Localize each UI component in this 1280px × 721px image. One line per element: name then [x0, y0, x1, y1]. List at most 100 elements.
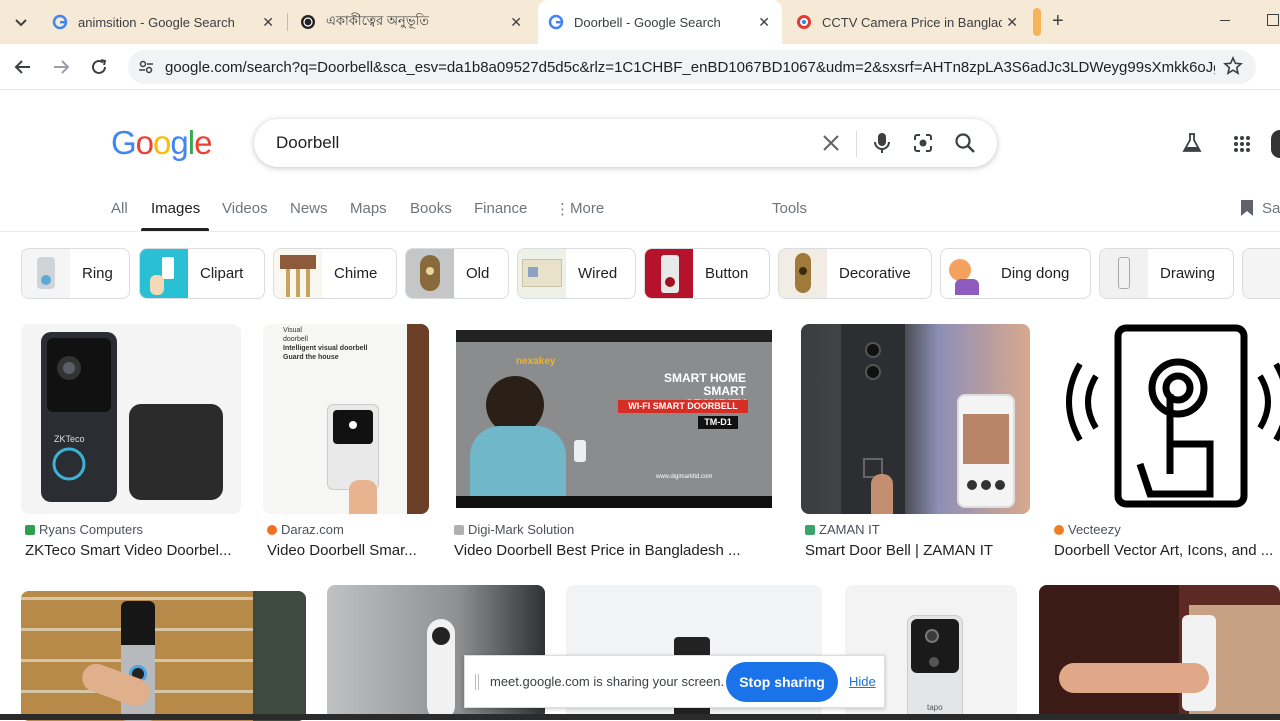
url-text[interactable]: google.com/search?q=Doorbell&sca_esv=da1… — [165, 59, 1215, 76]
labs-flask-icon[interactable] — [1181, 132, 1203, 154]
site-settings-icon[interactable] — [138, 59, 154, 75]
close-tab-icon[interactable]: ✕ — [510, 14, 522, 31]
chip-wired[interactable]: Wired — [517, 248, 636, 299]
search-icon[interactable] — [954, 132, 976, 154]
tab-maps[interactable]: Maps — [350, 200, 387, 217]
chip-thumbnail — [22, 249, 70, 298]
chip-chime[interactable]: Chime — [273, 248, 397, 299]
chip-button[interactable]: Button — [644, 248, 770, 299]
result-image[interactable] — [21, 591, 306, 721]
result-title[interactable]: Video Doorbell Smar... — [267, 542, 429, 559]
image-caption: nexakey — [516, 356, 556, 367]
tab-videos[interactable]: Videos — [222, 200, 268, 217]
reload-icon[interactable] — [88, 56, 110, 78]
result-title[interactable]: Video Doorbell Best Price in Bangladesh … — [454, 542, 780, 559]
screen-share-bar: meet.google.com is sharing your screen. … — [464, 655, 885, 708]
forward-icon[interactable] — [50, 56, 72, 78]
result-image[interactable] — [1050, 324, 1280, 514]
chip-label: Drawing — [1160, 265, 1216, 282]
tab-search-button[interactable] — [8, 9, 34, 35]
chip-more[interactable] — [1242, 248, 1280, 299]
result-image[interactable] — [1039, 585, 1280, 720]
chip-ding-dong[interactable]: Ding dong — [940, 248, 1091, 299]
clear-icon[interactable] — [821, 133, 841, 153]
result-image[interactable]: ZKTeco — [21, 324, 241, 514]
chip-label: Old — [466, 265, 490, 282]
result-source[interactable]: Vecteezy — [1054, 522, 1121, 537]
chip-thumbnail — [941, 249, 989, 298]
image-caption: Intelligent visual doorbell — [283, 345, 368, 352]
image-result-row2-5[interactable] — [1039, 585, 1280, 720]
image-result-row2-1[interactable] — [21, 591, 306, 721]
tab-more[interactable]: More — [570, 200, 604, 217]
chip-old[interactable]: Old — [405, 248, 509, 299]
tab-books[interactable]: Books — [410, 200, 452, 217]
image-result-zaman[interactable]: ZAMAN IT Smart Door Bell | ZAMAN IT — [801, 324, 1030, 564]
minimize-icon[interactable] — [1220, 20, 1230, 21]
brand-print: ZKTeco — [54, 434, 85, 444]
tab-doorbell[interactable]: Doorbell - Google Search ✕ — [538, 0, 782, 44]
tab-finance[interactable]: Finance — [474, 200, 527, 217]
microphone-icon[interactable] — [872, 131, 892, 155]
search-box[interactable]: Doorbell — [254, 119, 997, 167]
chip-label: Wired — [578, 265, 618, 282]
image-result-zkteco[interactable]: ZKTeco Ryans Computers ZKTeco Smart Vide… — [21, 324, 241, 564]
image-result-daraz[interactable]: Visual doorbell Intelligent visual doorb… — [263, 324, 429, 564]
maximize-icon[interactable] — [1267, 14, 1279, 26]
tab-animsition[interactable]: animsition - Google Search ✕ — [40, 0, 286, 44]
close-tab-icon[interactable]: ✕ — [1006, 14, 1018, 31]
image-result-vecteezy[interactable]: Vecteezy Doorbell Vector Art, Icons, and… — [1050, 324, 1280, 564]
tab-images[interactable]: Images — [151, 200, 200, 217]
chip-label: Ring — [82, 265, 113, 282]
tools-button[interactable]: Tools — [772, 200, 807, 217]
chip-clipart[interactable]: Clipart — [139, 248, 265, 299]
saved-bookmark-icon[interactable] — [1240, 199, 1254, 217]
google-logo[interactable]: Google — [111, 124, 212, 162]
chip-ring[interactable]: Ring — [21, 248, 130, 299]
share-message: meet.google.com is sharing your screen. — [490, 674, 725, 689]
back-icon[interactable] — [12, 56, 34, 78]
drag-handle-icon[interactable] — [475, 674, 479, 690]
chip-decorative[interactable]: Decorative — [778, 248, 932, 299]
result-image[interactable]: nexakey SMART HOME SMART SECURITY WI-FI … — [450, 324, 780, 514]
image-caption: TM-D1 — [698, 416, 738, 429]
lens-icon[interactable] — [912, 132, 934, 154]
tab-bangla[interactable]: একাকীত্বের অনুভূতি ✕ — [288, 0, 534, 44]
apps-grid-icon[interactable] — [1233, 135, 1251, 153]
stop-sharing-button[interactable]: Stop sharing — [726, 662, 838, 702]
chip-drawing[interactable]: Drawing — [1099, 248, 1234, 299]
chip-thumbnail — [645, 249, 693, 298]
tab-title: animsition - Google Search — [78, 14, 235, 30]
tab-all[interactable]: All — [111, 200, 128, 217]
close-tab-icon[interactable]: ✕ — [758, 14, 770, 31]
avatar[interactable] — [1271, 130, 1280, 158]
address-bar[interactable]: google.com/search?q=Doorbell&sca_esv=da1… — [128, 50, 1256, 84]
result-title[interactable]: ZKTeco Smart Video Doorbel... — [25, 542, 241, 559]
chip-thumbnail — [140, 249, 188, 298]
result-source[interactable]: ZAMAN IT — [805, 522, 880, 537]
chip-thumbnail — [1100, 249, 1148, 298]
saved-link[interactable]: Sa — [1262, 200, 1280, 217]
tab-news[interactable]: News — [290, 200, 328, 217]
result-title[interactable]: Smart Door Bell | ZAMAN IT — [805, 542, 1030, 559]
bookmark-star-icon[interactable] — [1223, 56, 1243, 76]
search-input[interactable]: Doorbell — [276, 133, 339, 153]
chip-label: Ding dong — [1001, 265, 1070, 282]
doorbell-touch-icon — [1066, 324, 1280, 508]
result-title[interactable]: Doorbell Vector Art, Icons, and ... — [1054, 542, 1280, 559]
result-source[interactable]: Digi-Mark Solution — [454, 522, 574, 537]
result-source[interactable]: Ryans Computers — [25, 522, 143, 537]
new-tab-icon[interactable]: + — [1052, 10, 1064, 33]
tab-cctv[interactable]: CCTV Camera Price in Banglade ✕ — [786, 0, 1030, 44]
site-icon — [300, 14, 316, 30]
image-caption: Visual — [283, 327, 302, 334]
site-icon — [805, 524, 815, 535]
result-image[interactable]: Visual doorbell Intelligent visual doorb… — [263, 324, 429, 514]
close-tab-icon[interactable]: ✕ — [262, 14, 274, 31]
result-source[interactable]: Daraz.com — [267, 522, 344, 537]
image-result-digimark[interactable]: nexakey SMART HOME SMART SECURITY WI-FI … — [450, 324, 780, 564]
chip-thumbnail — [274, 249, 322, 298]
hide-link[interactable]: Hide — [849, 674, 876, 689]
result-image[interactable] — [801, 324, 1030, 514]
more-dots-icon[interactable]: ⋮ — [555, 200, 570, 218]
